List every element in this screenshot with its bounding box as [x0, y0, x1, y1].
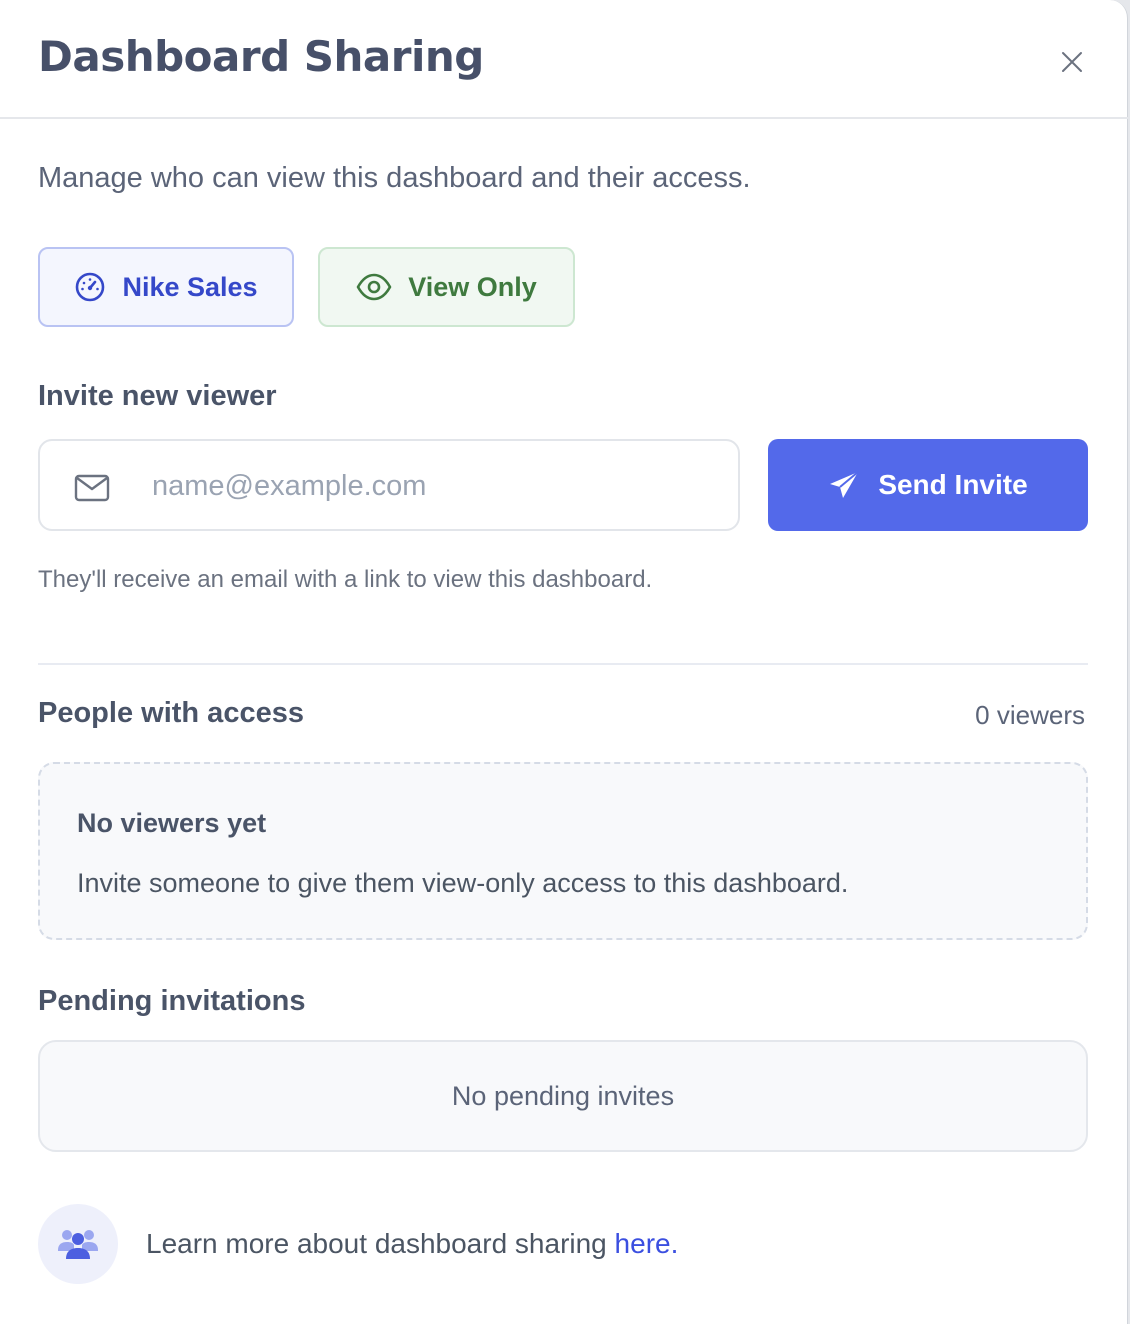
dashboard-name-label: Nike Sales [122, 271, 258, 302]
users-icon [58, 1230, 98, 1259]
pending-empty-text: No pending invites [451, 1080, 675, 1111]
eye-icon [356, 273, 392, 301]
access-level-chip: View Only [318, 247, 575, 327]
sharing-modal: Dashboard Sharing Manage who can view th… [0, 0, 1128, 1324]
access-level-label: View Only [408, 271, 537, 302]
close-button[interactable] [1056, 46, 1088, 78]
mail-icon [74, 474, 110, 502]
footer-help-text: Learn more about dashboard sharing here. [146, 1228, 678, 1260]
gauge-icon [76, 272, 105, 302]
learn-more-link[interactable]: here. [615, 1228, 679, 1259]
email-field[interactable] [38, 439, 740, 531]
modal-subtitle: Manage who can view this dashboard and t… [38, 162, 751, 194]
send-invite-label: Send Invite [878, 469, 1028, 500]
modal-title: Dashboard Sharing [38, 32, 484, 81]
empty-viewers-title: No viewers yet [77, 808, 267, 838]
paper-plane-icon [830, 471, 859, 498]
email-input[interactable] [152, 459, 712, 513]
empty-viewers-text: Invite someone to give them view-only ac… [77, 868, 849, 898]
invite-heading: Invite new viewer [38, 380, 277, 412]
footer-text: Learn more about dashboard sharing [146, 1228, 615, 1259]
empty-viewers-panel: No viewers yet Invite someone to give th… [38, 762, 1088, 940]
people-heading: People with access [38, 697, 304, 729]
dashboard-name-chip: Nike Sales [38, 247, 294, 327]
users-avatar [38, 1204, 118, 1284]
pending-invites-panel: No pending invites [38, 1040, 1088, 1152]
send-invite-button[interactable]: Send Invite [768, 439, 1088, 531]
pending-heading: Pending invitations [38, 985, 306, 1017]
viewer-count: 0 viewers [975, 700, 1085, 730]
modal-header: Dashboard Sharing [0, 0, 1128, 119]
section-divider [38, 663, 1088, 665]
close-icon [1062, 52, 1082, 72]
invite-hint: They'll receive an email with a link to … [38, 566, 653, 593]
